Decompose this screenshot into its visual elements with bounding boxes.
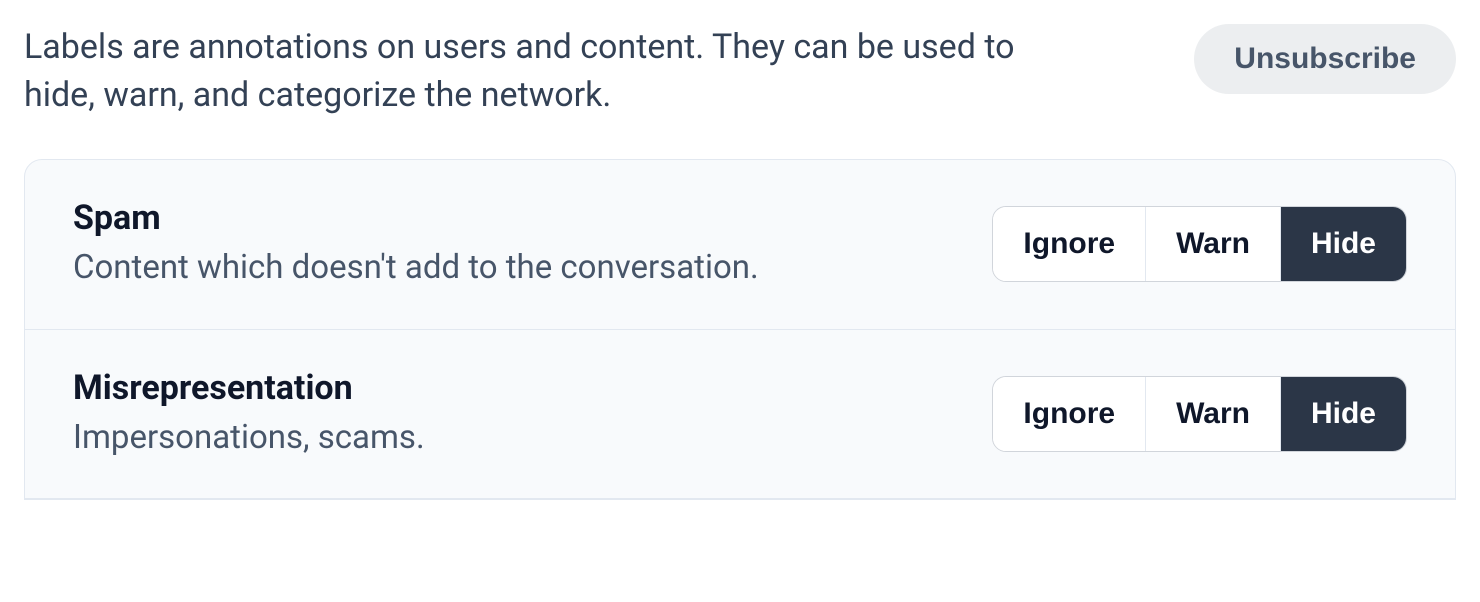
toggle-warn[interactable]: Warn [1146,207,1281,281]
label-title: Spam [73,198,952,238]
toggle-group-misrepresentation: Ignore Warn Hide [992,376,1407,452]
label-description: Impersonations, scams. [73,416,952,461]
label-title: Misrepresentation [73,368,952,408]
toggle-hide[interactable]: Hide [1281,207,1406,281]
toggle-ignore[interactable]: Ignore [993,377,1146,451]
label-description: Content which doesn't add to the convers… [73,246,952,291]
label-text: Spam Content which doesn't add to the co… [73,198,952,291]
toggle-ignore[interactable]: Ignore [993,207,1146,281]
toggle-hide[interactable]: Hide [1281,377,1406,451]
unsubscribe-button[interactable]: Unsubscribe [1194,24,1456,94]
labels-description: Labels are annotations on users and cont… [24,24,1024,119]
label-row-spam: Spam Content which doesn't add to the co… [25,160,1455,330]
toggle-group-spam: Ignore Warn Hide [992,206,1407,282]
label-text: Misrepresentation Impersonations, scams. [73,368,952,461]
toggle-warn[interactable]: Warn [1146,377,1281,451]
labels-card: Spam Content which doesn't add to the co… [24,159,1456,500]
labels-header: Labels are annotations on users and cont… [24,24,1456,119]
label-row-misrepresentation: Misrepresentation Impersonations, scams.… [25,330,1455,500]
